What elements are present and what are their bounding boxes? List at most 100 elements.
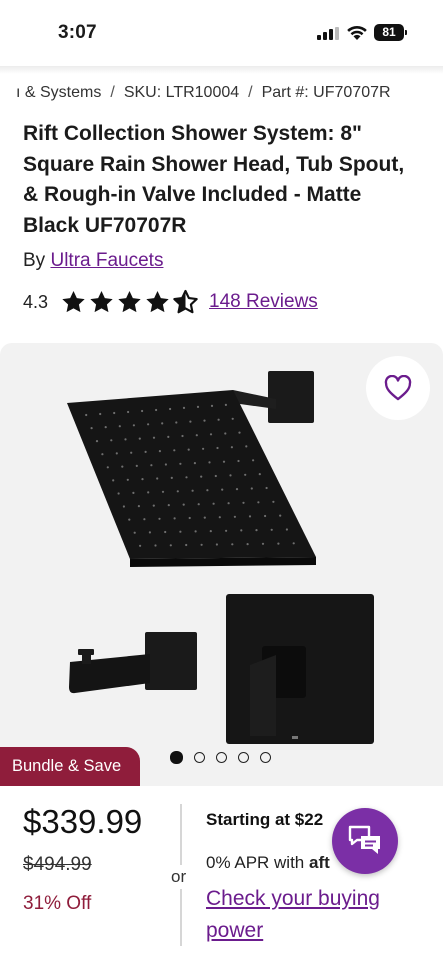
nozzle-dot (225, 529, 228, 532)
nozzle-dot (265, 486, 268, 490)
nozzle-dot (106, 466, 109, 469)
chat-icon (348, 825, 380, 854)
carousel-dot[interactable] (260, 752, 271, 763)
nozzle-dot (148, 531, 151, 534)
nozzle-dot (233, 515, 236, 518)
nozzle-dot (179, 462, 182, 465)
nozzle-dot (112, 479, 115, 482)
nozzle-dot (187, 448, 190, 451)
nozzle-dot (150, 464, 153, 467)
nozzle-dot (185, 476, 188, 479)
nozzle-dot (218, 516, 221, 519)
apr-text: 0% APR with aft (206, 853, 330, 873)
rating-row: 4.3 148 Reviews (23, 289, 318, 315)
carousel-dot[interactable] (170, 751, 183, 764)
product-title: Rift Collection Shower System: 8" Square… (23, 122, 405, 237)
nozzle-dot (270, 528, 273, 531)
nozzle-dot (128, 518, 131, 521)
breadcrumb: ı & Systems / SKU: LTR10004 / Part #: UF7070… (0, 84, 443, 106)
nozzle-dot (203, 419, 206, 422)
nozzle-dot (158, 450, 161, 453)
nozzle-dot (285, 528, 288, 531)
reviews-link[interactable]: 148 Reviews (209, 291, 318, 313)
nozzle-dot (130, 451, 133, 454)
star-icon (62, 290, 85, 313)
nozzle-dot (143, 518, 146, 521)
star-icon (118, 290, 141, 313)
carousel-pagination (170, 751, 282, 764)
apr-prefix: 0% APR with (206, 853, 305, 872)
check-buying-power-link[interactable]: Check your buying power (206, 883, 416, 947)
nozzle-dot (185, 543, 188, 547)
nozzle-dot (182, 406, 186, 409)
nozzle-dot (117, 492, 120, 495)
nozzle-dot (156, 477, 159, 480)
bundle-save-badge[interactable]: Bundle & Save (0, 747, 140, 786)
nozzle-dot (214, 474, 217, 478)
nozzle-dot (133, 531, 136, 534)
brand-link[interactable]: Ultra Faucets (50, 250, 163, 271)
nozzle-dot (230, 446, 233, 449)
nozzle-dot (158, 517, 161, 520)
nozzle-dot (137, 505, 140, 508)
breadcrumb-separator: / (248, 84, 253, 101)
nozzle-dot (197, 503, 200, 506)
discount-label: 31% Off (23, 893, 92, 914)
nozzle-dot (189, 420, 192, 423)
carousel-dot[interactable] (238, 752, 249, 763)
favorite-button[interactable] (366, 356, 430, 420)
nozzle-dot (209, 530, 212, 533)
nozzle-dot (229, 474, 232, 477)
nozzle-dot (203, 516, 206, 519)
nozzle-dot (208, 461, 211, 464)
nozzle-dot (200, 543, 203, 546)
nozzle-dot (182, 503, 185, 506)
nozzle-dot (194, 530, 197, 533)
nozzle-dot (141, 409, 144, 413)
carousel-dot[interactable] (194, 752, 205, 763)
nozzle-dot (246, 543, 249, 546)
star-icon (146, 290, 169, 313)
signal-icon (317, 27, 339, 40)
nozzle-dot (164, 530, 167, 534)
financing-amount: Starting at $22 (206, 810, 324, 829)
nozzle-dot (231, 417, 234, 420)
nozzle-dot (277, 542, 280, 545)
nozzle-dot (147, 423, 150, 426)
nozzle-dot (210, 404, 214, 407)
nozzle-dot (209, 433, 213, 436)
sale-price: $339.99 (23, 803, 143, 840)
nozzle-dot (154, 544, 157, 547)
nozzle-dot (118, 425, 121, 428)
nozzle-dot (215, 543, 218, 546)
carousel-dot[interactable] (216, 752, 227, 763)
nozzle-dot (235, 488, 239, 491)
rating-value: 4.3 (23, 291, 49, 312)
star-rating (60, 289, 200, 315)
nozzle-dot (224, 432, 227, 435)
nozzle-dot (115, 452, 118, 455)
nozzle-dot (179, 530, 182, 533)
nozzle-dot (126, 478, 129, 481)
nozzle-dot (161, 490, 165, 493)
nozzle-dot (164, 463, 167, 466)
nozzle-dot (258, 473, 261, 476)
breadcrumb-category[interactable]: ı & Systems (16, 84, 101, 101)
by-label: By (23, 250, 46, 271)
nozzle-dot (292, 542, 295, 545)
nozzle-dot (191, 489, 194, 492)
nozzle-dot (167, 435, 170, 438)
nozzle-dot (237, 459, 240, 463)
breadcrumb-separator: / (110, 84, 115, 101)
nozzle-dot (261, 542, 265, 545)
nozzle-dot (144, 450, 147, 453)
nozzle-dot (141, 478, 144, 481)
chat-button[interactable] (332, 808, 398, 874)
nozzle-dot (221, 488, 224, 491)
battery-icon: 81 (374, 24, 407, 41)
nozzle-dot (173, 517, 176, 520)
breadcrumb-part: Part #: UF70707R (261, 84, 391, 101)
nozzle-dot (200, 475, 203, 478)
nozzle-dot (175, 421, 178, 424)
heart-icon (384, 375, 412, 401)
